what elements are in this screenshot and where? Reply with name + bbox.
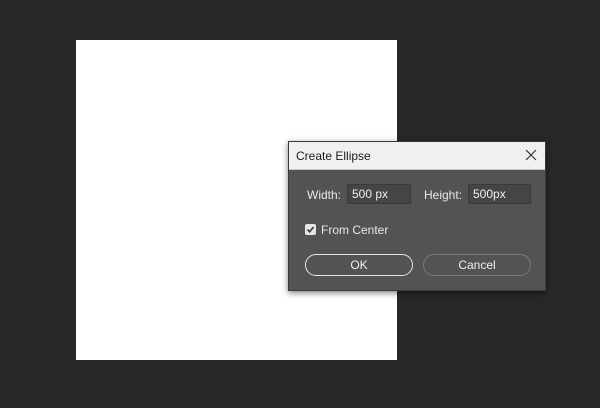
width-input[interactable] bbox=[347, 184, 411, 204]
create-ellipse-dialog: Create Ellipse Width: Height: From Cente… bbox=[288, 141, 546, 291]
dialog-title: Create Ellipse bbox=[296, 149, 371, 163]
checkmark-icon bbox=[306, 226, 315, 234]
close-button[interactable] bbox=[523, 147, 539, 163]
height-label: Height: bbox=[424, 188, 463, 202]
width-label: Width: bbox=[307, 188, 342, 202]
from-center-label: From Center bbox=[321, 223, 389, 237]
from-center-checkbox[interactable] bbox=[305, 224, 316, 235]
ok-button[interactable]: OK bbox=[305, 254, 413, 276]
close-icon bbox=[525, 149, 537, 161]
dialog-titlebar[interactable]: Create Ellipse bbox=[289, 142, 545, 170]
height-input[interactable] bbox=[468, 184, 531, 204]
cancel-button[interactable]: Cancel bbox=[423, 254, 531, 276]
